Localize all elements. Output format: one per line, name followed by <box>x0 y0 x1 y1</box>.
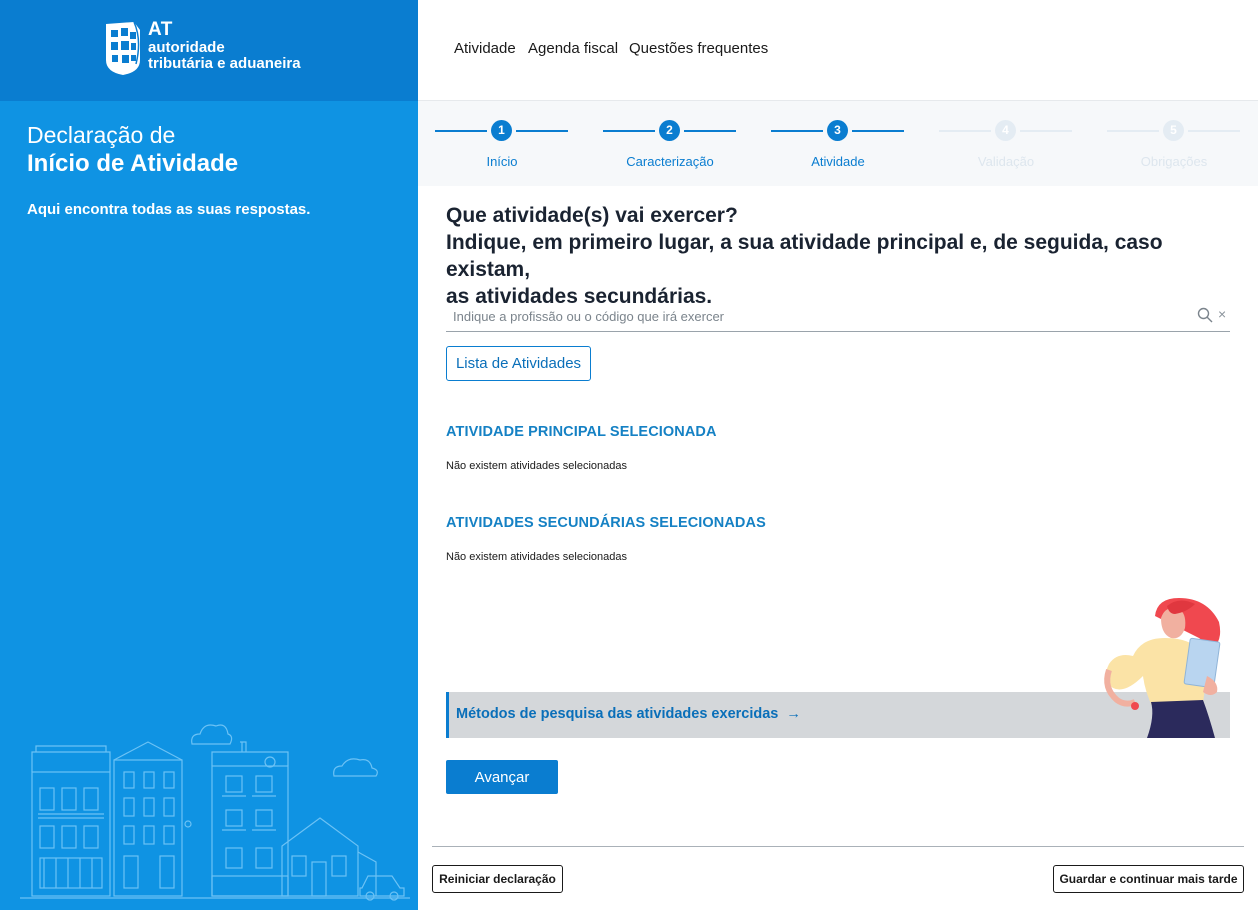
top-navigation: Atividade Agenda fiscal Questões frequen… <box>418 0 1258 101</box>
panel-title-line-2: Início de Atividade <box>27 150 239 177</box>
step-label: Atividade <box>811 154 865 169</box>
step-caracterizacao[interactable]: 2 Caracterização <box>586 101 754 186</box>
restart-declaration-button[interactable]: Reiniciar declaração <box>432 865 563 893</box>
arrow-right-icon: → <box>786 706 801 722</box>
step-atividade[interactable]: 3 Atividade <box>754 101 922 186</box>
secondary-activities-heading: ATIVIDADES SECUNDÁRIAS SELECIONADAS <box>446 515 766 531</box>
logo-at: AT <box>148 19 173 40</box>
page-question: Que atividade(s) vai exercer? Indique, e… <box>446 202 1236 310</box>
logo[interactable]: AT autoridade tributária e aduaneira <box>104 20 301 76</box>
step-number: 3 <box>827 120 848 141</box>
step-number: 5 <box>1163 120 1184 141</box>
principal-activity-empty: Não existem atividades selecionadas <box>446 460 627 472</box>
step-label: Início <box>486 154 518 169</box>
question-line-1: Que atividade(s) vai exercer? <box>446 204 738 227</box>
panel-title-line-1: Declaração de <box>27 122 176 148</box>
principal-activity-heading: ATIVIDADE PRINCIPAL SELECIONADA <box>446 424 717 440</box>
step-inicio[interactable]: 1 Início <box>418 101 586 186</box>
nav-atividade[interactable]: Atividade <box>454 40 516 57</box>
at-logo-icon <box>106 21 140 75</box>
search-methods-label: Métodos de pesquisa das atividades exerc… <box>456 706 779 722</box>
nav-agenda-fiscal[interactable]: Agenda fiscal <box>528 40 618 57</box>
question-line-2: Indique, em primeiro lugar, a sua ativid… <box>446 231 1163 281</box>
step-number: 1 <box>491 120 512 141</box>
next-button[interactable]: Avançar <box>446 760 558 794</box>
step-label: Obrigações <box>1140 154 1208 169</box>
step-validacao: 4 Validação <box>922 101 1090 186</box>
step-number: 2 <box>659 120 680 141</box>
secondary-activities-empty: Não existem atividades selecionadas <box>446 551 627 563</box>
search-methods-text: Métodos de pesquisa das atividades exerc… <box>456 706 801 722</box>
activity-search: × <box>446 302 1230 332</box>
logo-bar: AT autoridade tributária e aduaneira <box>0 0 418 101</box>
logo-line-2: tributária e aduaneira <box>148 55 301 72</box>
nav-questoes-frequentes[interactable]: Questões frequentes <box>629 40 768 57</box>
clear-icon[interactable]: × <box>1218 306 1226 322</box>
logo-line-1: autoridade <box>148 39 225 56</box>
city-illustration <box>20 724 410 901</box>
step-label: Validação <box>977 154 1035 169</box>
panel-subtitle: Aqui encontra todas as suas respostas. <box>27 201 311 218</box>
step-label: Caracterização <box>626 154 714 169</box>
progress-stepper: 1 Início 2 Caracterização 3 Atividade 4 … <box>418 101 1258 186</box>
save-continue-later-button[interactable]: Guardar e continuar mais tarde <box>1053 865 1244 893</box>
activity-list-button[interactable]: Lista de Atividades <box>446 346 591 381</box>
step-obrigacoes: 5 Obrigações <box>1090 101 1258 186</box>
search-icon[interactable] <box>1197 307 1213 323</box>
sidebar-panel: AT autoridade tributária e aduaneira Dec… <box>0 0 418 910</box>
activity-search-input[interactable] <box>446 302 1186 331</box>
woman-with-tablet-illustration <box>1104 598 1221 738</box>
footer-divider <box>432 846 1244 847</box>
step-number: 4 <box>995 120 1016 141</box>
